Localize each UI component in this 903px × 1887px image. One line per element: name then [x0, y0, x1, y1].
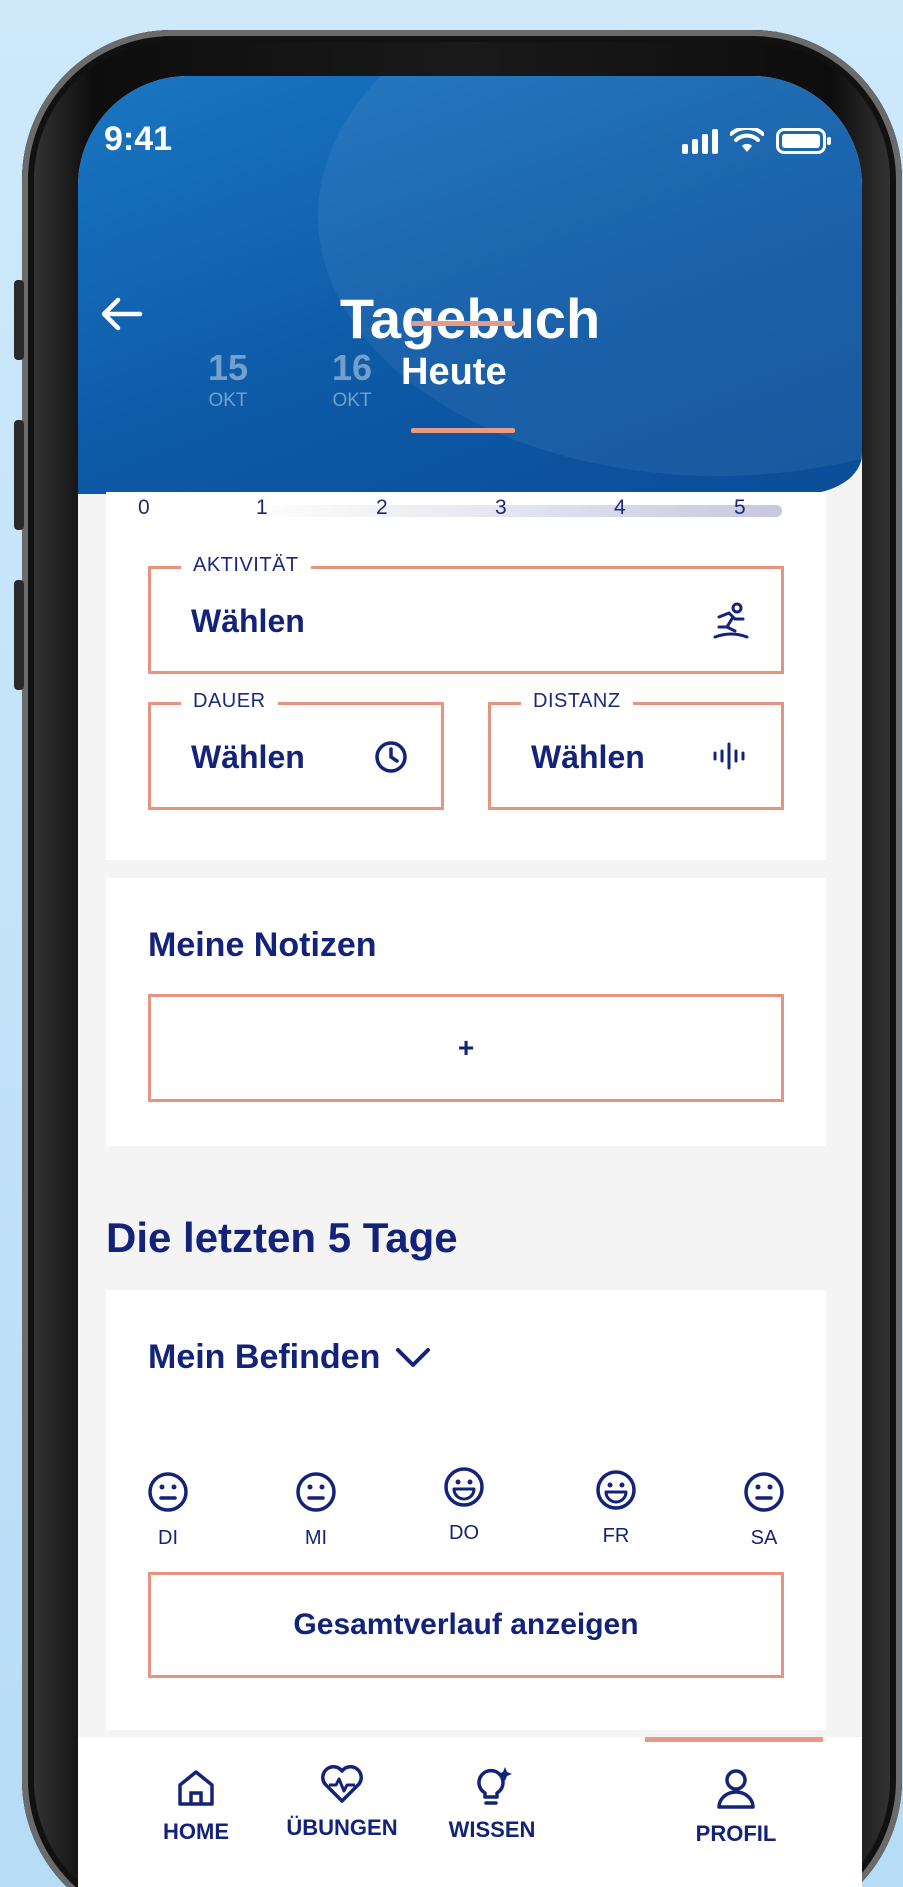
nav-label: ÜBUNGEN: [286, 1815, 398, 1840]
home-icon: [178, 1770, 214, 1806]
mood-day-label: FR: [602, 1525, 630, 1547]
chevron-down-icon: [396, 1347, 431, 1367]
activity-legend: AKTIVITÄT: [181, 554, 311, 577]
status-time: 9:41: [104, 120, 173, 158]
neutral-face-icon: [148, 1472, 188, 1512]
date-tab-day: 16: [331, 347, 373, 388]
scale-label: 1: [256, 496, 268, 519]
scale-label: 2: [376, 496, 388, 519]
mood-day-item[interactable]: MI: [276, 1471, 356, 1550]
tab-today[interactable]: Heute: [401, 351, 507, 394]
duration-field[interactable]: DAUER Wählen: [148, 690, 444, 810]
nav-active-indicator: [645, 1737, 823, 1742]
activity-field[interactable]: AKTIVITÄT Wählen: [148, 554, 784, 674]
date-tab-15[interactable]: 15 OKT: [188, 350, 268, 412]
nav-item-home[interactable]: HOME: [116, 1767, 276, 1845]
today-indicator-bottom: [411, 428, 515, 433]
last-days-title: Die letzten 5 Tage: [106, 1214, 458, 1261]
distance-legend: DISTANZ: [521, 690, 633, 713]
mood-day-item[interactable]: SA: [724, 1471, 804, 1550]
happy-face-icon: [596, 1470, 636, 1510]
status-icons: [682, 128, 831, 154]
page-title: Tagebuch: [339, 287, 601, 350]
notes-title: Meine Notizen: [148, 926, 377, 964]
bottom-navigation: HOME ÜBUNGEN WISSEN PROFIL: [78, 1737, 862, 1887]
nav-item-profile[interactable]: PROFIL: [656, 1767, 816, 1847]
neutral-face-icon: [296, 1472, 336, 1512]
volume-up-button: [14, 420, 24, 530]
add-note-button[interactable]: +: [148, 994, 784, 1102]
mood-day-label: DO: [449, 1522, 479, 1544]
scale-label: 4: [614, 496, 626, 519]
mood-day-label: SA: [750, 1527, 778, 1549]
mood-day-item[interactable]: FR: [576, 1469, 656, 1548]
happy-face-icon: [444, 1467, 484, 1507]
scale-label: 0: [138, 496, 150, 519]
app-screen: 9:41 Tagebuch 15 OKT 16 OKT Heute 0 1 2 …: [78, 76, 862, 1887]
scale-label: 5: [734, 496, 746, 519]
neutral-face-icon: [744, 1472, 784, 1512]
lightbulb-icon: [477, 1767, 512, 1805]
person-icon: [717, 1769, 755, 1809]
mood-day-item[interactable]: DO: [424, 1466, 504, 1545]
scale-track[interactable]: [248, 505, 782, 517]
mood-day-item[interactable]: DI: [128, 1471, 208, 1550]
date-tab-day: 15: [207, 347, 249, 388]
volume-down-button: [14, 580, 24, 690]
show-history-button[interactable]: Gesamtverlauf anzeigen: [148, 1572, 784, 1678]
cellular-signal-icon: [682, 128, 718, 154]
heart-pulse-icon: [321, 1765, 363, 1803]
wifi-icon: [730, 128, 764, 152]
date-tab-16[interactable]: 16 OKT: [312, 350, 392, 412]
clock-icon: [375, 741, 407, 773]
today-indicator-top: [411, 321, 515, 326]
distance-value: Wählen: [531, 739, 645, 775]
running-person-icon: [713, 602, 749, 639]
distance-field[interactable]: DISTANZ Wählen: [488, 690, 784, 810]
date-tab-month: OKT: [208, 390, 248, 411]
distance-icon: [713, 742, 745, 770]
nav-label: WISSEN: [448, 1817, 536, 1842]
activity-value: Wählen: [191, 603, 305, 639]
mood-dropdown-label: Mein Befinden: [148, 1338, 381, 1376]
battery-icon: [776, 128, 831, 154]
nav-label: HOME: [163, 1819, 229, 1844]
mood-day-label: DI: [158, 1527, 178, 1549]
scale-label: 3: [495, 496, 507, 519]
nav-item-exercises[interactable]: ÜBUNGEN: [262, 1763, 422, 1841]
mood-dropdown[interactable]: Mein Befinden: [148, 1338, 432, 1377]
duration-legend: DAUER: [181, 690, 278, 713]
date-tab-month: OKT: [332, 390, 372, 411]
mute-switch: [14, 280, 24, 360]
nav-item-knowledge[interactable]: WISSEN: [412, 1763, 572, 1843]
duration-value: Wählen: [191, 739, 305, 775]
nav-label: PROFIL: [695, 1821, 777, 1846]
mood-scale[interactable]: 0 1 2 3 4 5: [138, 496, 802, 524]
mood-day-label: MI: [304, 1527, 328, 1549]
